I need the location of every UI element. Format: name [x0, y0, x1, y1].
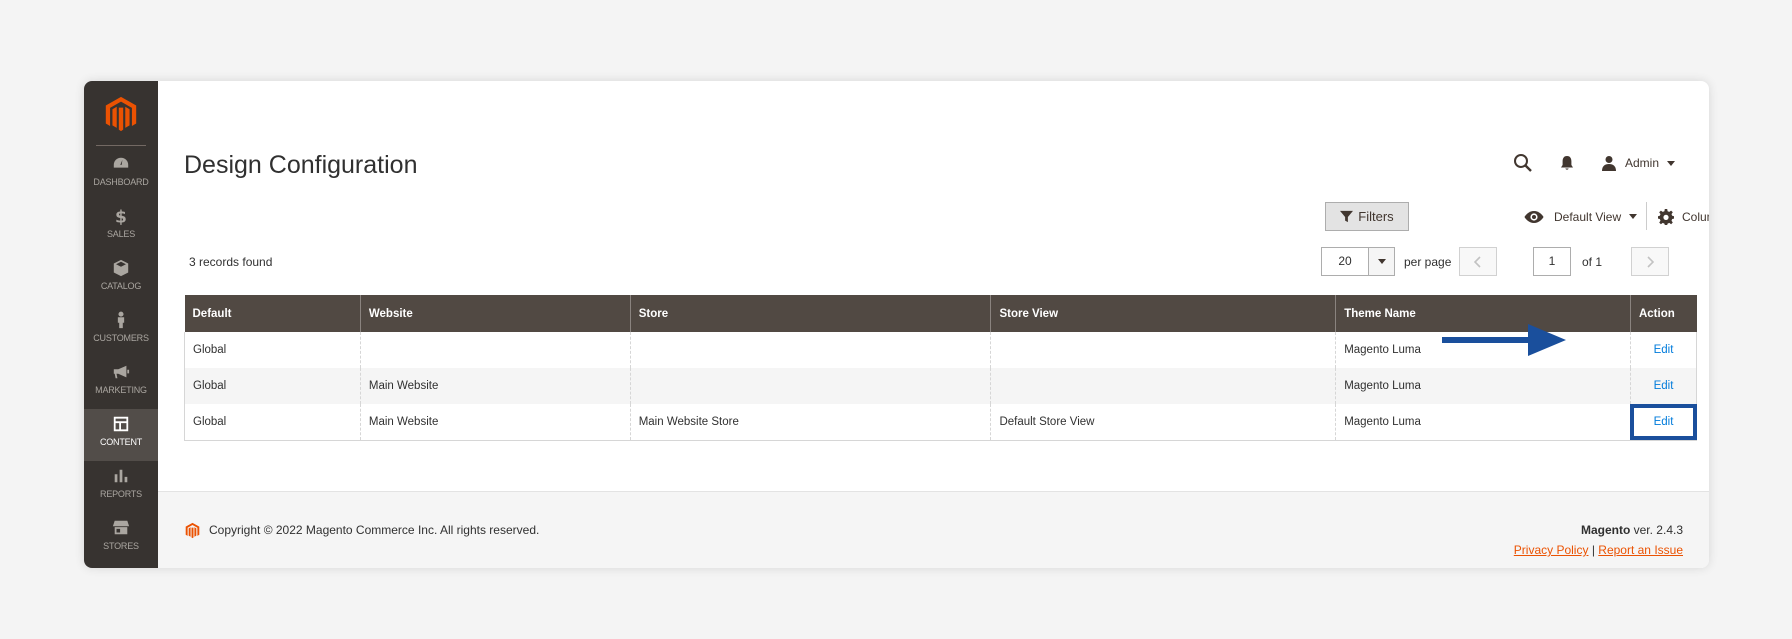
admin-user-menu[interactable]: Admin	[1601, 155, 1675, 171]
megaphone-icon	[113, 365, 130, 379]
default-view-label: Default View	[1554, 209, 1622, 224]
edit-link[interactable]: Edit	[1654, 416, 1674, 428]
edit-link[interactable]: Edit	[1654, 344, 1674, 356]
sidebar-item-stores[interactable]: STORES	[84, 513, 158, 565]
admin-sidebar: DASHBOARD $ SALES CATALOG CUSTOMERS MARK…	[84, 81, 158, 568]
eye-icon	[1524, 210, 1544, 223]
cell-store-view: Default Store View	[990, 404, 1336, 441]
sidebar-item-dashboard[interactable]: DASHBOARD	[84, 149, 158, 201]
bell-icon[interactable]	[1557, 153, 1577, 173]
cell-store: Main Website Store	[629, 404, 991, 441]
cell-store-view	[990, 368, 1336, 404]
sidebar-item-catalog[interactable]: CATALOG	[84, 253, 158, 305]
chevron-right-icon	[1647, 255, 1655, 268]
cell-action-highlighted: Edit	[1629, 404, 1698, 441]
sidebar-divider	[96, 145, 146, 146]
cell-theme-name: Magento Luma	[1335, 368, 1631, 404]
previous-page-button[interactable]	[1459, 247, 1497, 276]
report-issue-link[interactable]: Report an Issue	[1598, 543, 1683, 557]
svg-text:$: $	[115, 207, 127, 225]
page-number-input[interactable]: 1	[1533, 247, 1571, 276]
chevron-left-icon	[1473, 255, 1481, 268]
privacy-policy-link[interactable]: Privacy Policy	[1514, 543, 1589, 557]
cell-action: Edit	[1629, 368, 1698, 404]
cell-website: Main Website	[359, 368, 631, 404]
footer-links: Privacy Policy | Report an Issue	[1514, 543, 1683, 557]
sidebar-item-label: REPORTS	[100, 489, 142, 499]
sidebar-item-content[interactable]: CONTENT	[84, 409, 158, 461]
per-page-label: per page	[1404, 255, 1452, 269]
gear-icon	[1658, 208, 1674, 225]
version-brand: Magento	[1580, 523, 1631, 537]
sidebar-item-reports[interactable]: REPORTS	[84, 461, 158, 513]
cell-store	[629, 332, 991, 368]
sidebar-item-label: STORES	[103, 541, 139, 551]
total-pages-label: of 1	[1582, 255, 1603, 269]
user-icon	[1601, 156, 1616, 171]
sidebar-item-label: CATALOG	[100, 281, 142, 291]
box-icon	[113, 259, 129, 277]
dashboard-icon	[113, 157, 129, 168]
magento-logo-icon	[185, 522, 200, 539]
filters-button[interactable]: Filters	[1325, 202, 1409, 231]
footer-separator: |	[1591, 543, 1595, 557]
sidebar-item-label: SALES	[106, 229, 136, 239]
funnel-icon	[1340, 210, 1354, 223]
table-row: Global Main Website Main Website Store D…	[184, 404, 1698, 441]
cell-website: Main Website	[359, 404, 631, 441]
bar-chart-icon	[114, 469, 128, 483]
cell-action: Edit	[1629, 332, 1698, 368]
search-icon[interactable]	[1513, 153, 1533, 173]
page-footer: Copyright © 2022 Magento Commerce Inc. A…	[158, 491, 1709, 568]
admin-username: Admin	[1624, 156, 1659, 170]
default-view-dropdown[interactable]: Default View	[1524, 202, 1638, 231]
chevron-down-icon	[1629, 214, 1638, 219]
version-info: Magento ver. 2.4.3	[1581, 523, 1683, 537]
column-header-action: Action	[1629, 295, 1697, 332]
column-header-store[interactable]: Store	[629, 295, 991, 332]
header-actions: Admin	[1489, 153, 1675, 173]
sidebar-item-label: DASHBOARD	[93, 177, 149, 187]
page-title: Design Configuration	[184, 151, 418, 179]
columns-dropdown[interactable]: Columns	[1658, 202, 1709, 231]
cell-website	[359, 332, 631, 368]
per-page-toggle[interactable]	[1368, 248, 1394, 275]
next-page-button[interactable]	[1631, 247, 1669, 276]
sidebar-item-customers[interactable]: CUSTOMERS	[84, 305, 158, 357]
layout-icon	[113, 416, 129, 432]
filters-label: Filters	[1358, 209, 1394, 224]
per-page-select[interactable]: 20	[1321, 247, 1395, 276]
column-header-default[interactable]: Default	[184, 295, 361, 332]
version-number: ver. 2.4.3	[1630, 523, 1683, 537]
design-config-grid: Default Website Store Store View Theme N…	[184, 295, 1698, 441]
cell-default: Global	[184, 368, 361, 404]
cell-default: Global	[184, 332, 361, 368]
sidebar-item-label: MARKETING	[95, 385, 147, 395]
magento-logo-icon[interactable]	[102, 95, 140, 133]
toolbar-divider	[1646, 202, 1647, 230]
chevron-down-icon	[1667, 160, 1675, 166]
columns-label: Columns	[1682, 209, 1709, 224]
cell-theme-name: Magento Luma	[1335, 404, 1631, 441]
column-header-store-view[interactable]: Store View	[990, 295, 1336, 332]
dollar-icon: $	[115, 207, 127, 225]
storefront-icon	[112, 520, 130, 535]
copyright-text: Copyright © 2022 Magento Commerce Inc. A…	[209, 523, 540, 537]
records-count: 3 records found	[189, 255, 273, 269]
per-page-value: 20	[1338, 254, 1352, 268]
sidebar-item-label: CUSTOMERS	[93, 333, 149, 343]
cell-store-view	[990, 332, 1336, 368]
column-header-website[interactable]: Website	[359, 295, 631, 332]
sidebar-item-marketing[interactable]: MARKETING	[84, 357, 158, 409]
sidebar-item-sales[interactable]: $ SALES	[84, 201, 158, 253]
chevron-down-icon	[1377, 259, 1386, 264]
cell-store	[629, 368, 991, 404]
cell-default: Global	[184, 404, 361, 441]
edit-link[interactable]: Edit	[1654, 380, 1674, 392]
person-icon	[117, 311, 125, 329]
table-row: Global Main Website Magento Luma Edit	[184, 368, 1698, 404]
sidebar-item-label: CONTENT	[99, 437, 143, 447]
annotation-arrow-icon	[1442, 324, 1566, 356]
